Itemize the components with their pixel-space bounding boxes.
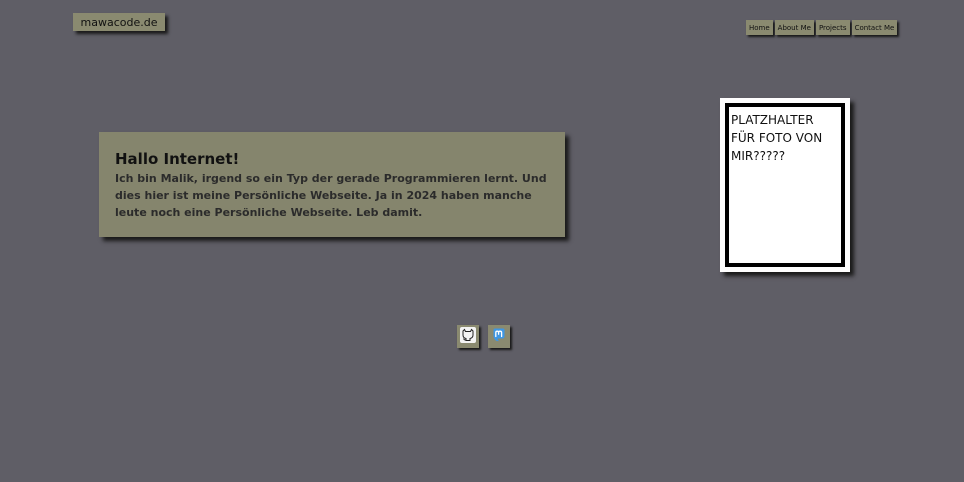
photo-placeholder-text: PLATZHALTER FÜR FOTO VON MIR????? — [731, 113, 823, 163]
nav-home-label: Home — [749, 23, 770, 32]
intro-card: Hallo Internet! Ich bin Malik, irgend so… — [99, 132, 565, 237]
mastodon-icon — [491, 327, 507, 347]
nav-home[interactable]: Home — [746, 20, 773, 35]
intro-heading: Hallo Internet! — [115, 150, 240, 168]
nav-about-me[interactable]: About Me — [774, 20, 814, 35]
site-logo[interactable]: mawacode.de — [73, 13, 165, 31]
nav-contact-me[interactable]: Contact Me — [851, 20, 898, 35]
photo-placeholder-inner: PLATZHALTER FÜR FOTO VON MIR????? — [725, 103, 845, 267]
top-nav: Home About Me Projects Contact Me — [746, 20, 898, 35]
github-link[interactable] — [457, 325, 479, 348]
nav-projects-label: Projects — [818, 23, 847, 32]
nav-contact-me-label: Contact Me — [854, 23, 895, 32]
mastodon-link[interactable] — [488, 325, 510, 348]
github-icon — [459, 326, 477, 348]
intro-text: Ich bin Malik, irgend so ein Typ der ger… — [115, 172, 547, 219]
nav-about-me-label: About Me — [777, 23, 811, 32]
site-logo-text: mawacode.de — [80, 15, 158, 29]
photo-placeholder: PLATZHALTER FÜR FOTO VON MIR????? — [720, 98, 850, 272]
nav-projects[interactable]: Projects — [815, 20, 850, 35]
